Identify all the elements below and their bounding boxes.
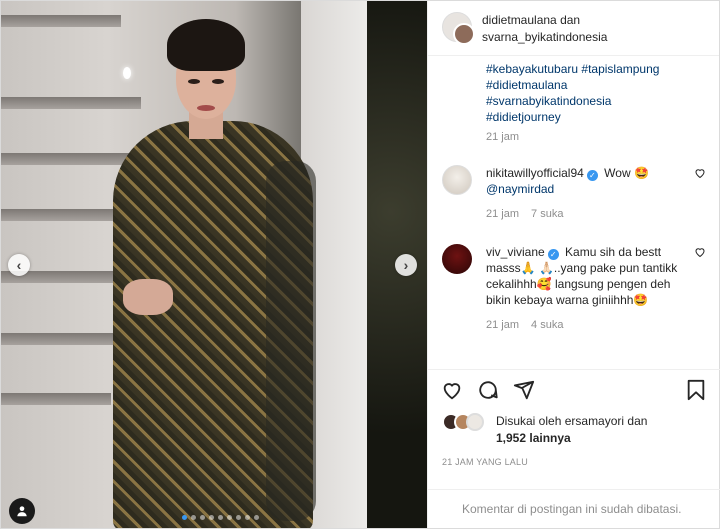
comment-text: Wow 🤩 xyxy=(604,166,649,180)
carousel-dot xyxy=(200,515,205,520)
carousel-dot xyxy=(236,515,241,520)
comment-icon xyxy=(479,380,498,399)
comments-list[interactable]: #kebayakutubaru #tapislampung #didietmau… xyxy=(428,57,720,369)
comment-body: viv_viviane ✓ Kamu sih da bestt masss🙏 🙏🏻… xyxy=(486,244,682,333)
chevron-left-icon: ‹ xyxy=(16,257,22,273)
carousel-dot xyxy=(209,515,214,520)
commenter-avatar[interactable] xyxy=(442,244,472,274)
post-header: didietmaulana dan svarna_byikatindonesia xyxy=(428,1,719,56)
save-button[interactable] xyxy=(684,378,708,402)
stair-step xyxy=(1,97,141,109)
comment-body: nikitawillyofficial94 ✓ Wow 🤩 @naymirdad … xyxy=(486,165,682,222)
likes-text: Disukai oleh ersamayori dan 1,952 lainny… xyxy=(496,413,647,447)
wall-light xyxy=(123,67,131,79)
carousel-dot xyxy=(227,515,232,520)
caption-hashtags: #kebayakutubaru #tapislampung #didietmau… xyxy=(486,61,706,125)
carousel-dot xyxy=(245,515,250,520)
comment-likes[interactable]: 4 suka xyxy=(531,317,563,333)
and-text: dan xyxy=(560,13,581,27)
post-photo[interactable]: ‹ › xyxy=(1,1,427,528)
hair-bun xyxy=(167,19,245,71)
commenter-avatar[interactable] xyxy=(442,165,472,195)
carousel-dot xyxy=(254,515,259,520)
carousel-prev-button[interactable]: ‹ xyxy=(8,254,30,276)
bookmark-icon xyxy=(687,379,705,400)
hashtag-line[interactable]: #didietmaulana xyxy=(486,77,706,93)
commenter-username[interactable]: nikitawillyofficial94 xyxy=(486,166,584,180)
comment-meta: 21 jam 7 suka xyxy=(486,206,682,222)
comment-likes[interactable]: 7 suka xyxy=(531,206,563,222)
likes-summary: Disukai oleh ersamayori dan 1,952 lainny… xyxy=(442,413,712,447)
comment-button[interactable] xyxy=(476,378,500,402)
verified-badge-icon: ✓ xyxy=(547,249,559,260)
action-bar xyxy=(428,369,720,409)
lips xyxy=(197,105,215,111)
post-side-panel: didietmaulana dan svarna_byikatindonesia… xyxy=(427,1,720,528)
like-button[interactable] xyxy=(440,378,464,402)
comment-meta: 21 jam 4 suka xyxy=(486,317,682,333)
liker-avatar[interactable] xyxy=(466,413,484,431)
posted-time[interactable]: 21 JAM YANG LALU xyxy=(442,457,528,467)
coauthor-avatar[interactable] xyxy=(453,23,475,45)
stair-step xyxy=(1,393,111,405)
likes-count[interactable]: 1,952 lainnya xyxy=(496,431,571,445)
share-icon xyxy=(513,380,535,399)
comments-restricted-notice: Komentar di postingan ini sudah dibatasi… xyxy=(428,489,720,528)
comment-like-icon[interactable] xyxy=(694,246,706,258)
carousel-dot xyxy=(182,515,187,520)
comment-time[interactable]: 21 jam xyxy=(486,206,519,222)
author-username[interactable]: didietmaulana xyxy=(482,13,557,27)
likes-mid: dan xyxy=(627,414,648,428)
comment-item: nikitawillyofficial94 ✓ Wow 🤩 @naymirdad … xyxy=(442,165,706,222)
share-button[interactable] xyxy=(512,378,536,402)
hashtag-line[interactable]: #didietjourney xyxy=(486,109,706,125)
carousel-indicator xyxy=(182,515,259,520)
comment-like-icon[interactable] xyxy=(694,167,706,179)
shawl-right xyxy=(266,161,316,521)
caption-time[interactable]: 21 jam xyxy=(486,131,706,143)
carousel-dot xyxy=(191,515,196,520)
user-tag-icon xyxy=(17,506,27,517)
eye xyxy=(188,79,200,84)
author-avatar[interactable] xyxy=(442,12,475,45)
stair-step xyxy=(1,15,121,27)
eye xyxy=(212,79,224,84)
user-tag-button[interactable] xyxy=(9,498,35,524)
stair-step xyxy=(1,333,116,345)
chevron-right-icon: › xyxy=(403,257,409,273)
likes-user[interactable]: ersamayori xyxy=(565,414,624,428)
comment-time[interactable]: 21 jam xyxy=(486,317,519,333)
hands xyxy=(123,279,173,315)
coauthor-username[interactable]: svarna_byikatindonesia xyxy=(482,30,607,44)
stair-step xyxy=(1,209,131,221)
heart-icon xyxy=(443,382,461,399)
commenter-username[interactable]: viv_viviane xyxy=(486,245,545,259)
verified-badge-icon: ✓ xyxy=(586,170,598,181)
comment-item: viv_viviane ✓ Kamu sih da bestt masss🙏 🙏🏻… xyxy=(442,244,706,333)
carousel-next-button[interactable]: › xyxy=(395,254,417,276)
hashtag-line[interactable]: #kebayakutubaru #tapislampung xyxy=(486,61,706,77)
comment-mention[interactable]: @naymirdad xyxy=(486,182,554,196)
likes-prefix: Disukai oleh xyxy=(496,414,562,428)
author-names: didietmaulana dan svarna_byikatindonesia xyxy=(482,12,607,46)
carousel-dot xyxy=(218,515,223,520)
liker-avatars xyxy=(442,413,488,431)
stair-step xyxy=(1,153,141,165)
hashtag-line[interactable]: #svarnabyikatindonesia xyxy=(486,93,706,109)
